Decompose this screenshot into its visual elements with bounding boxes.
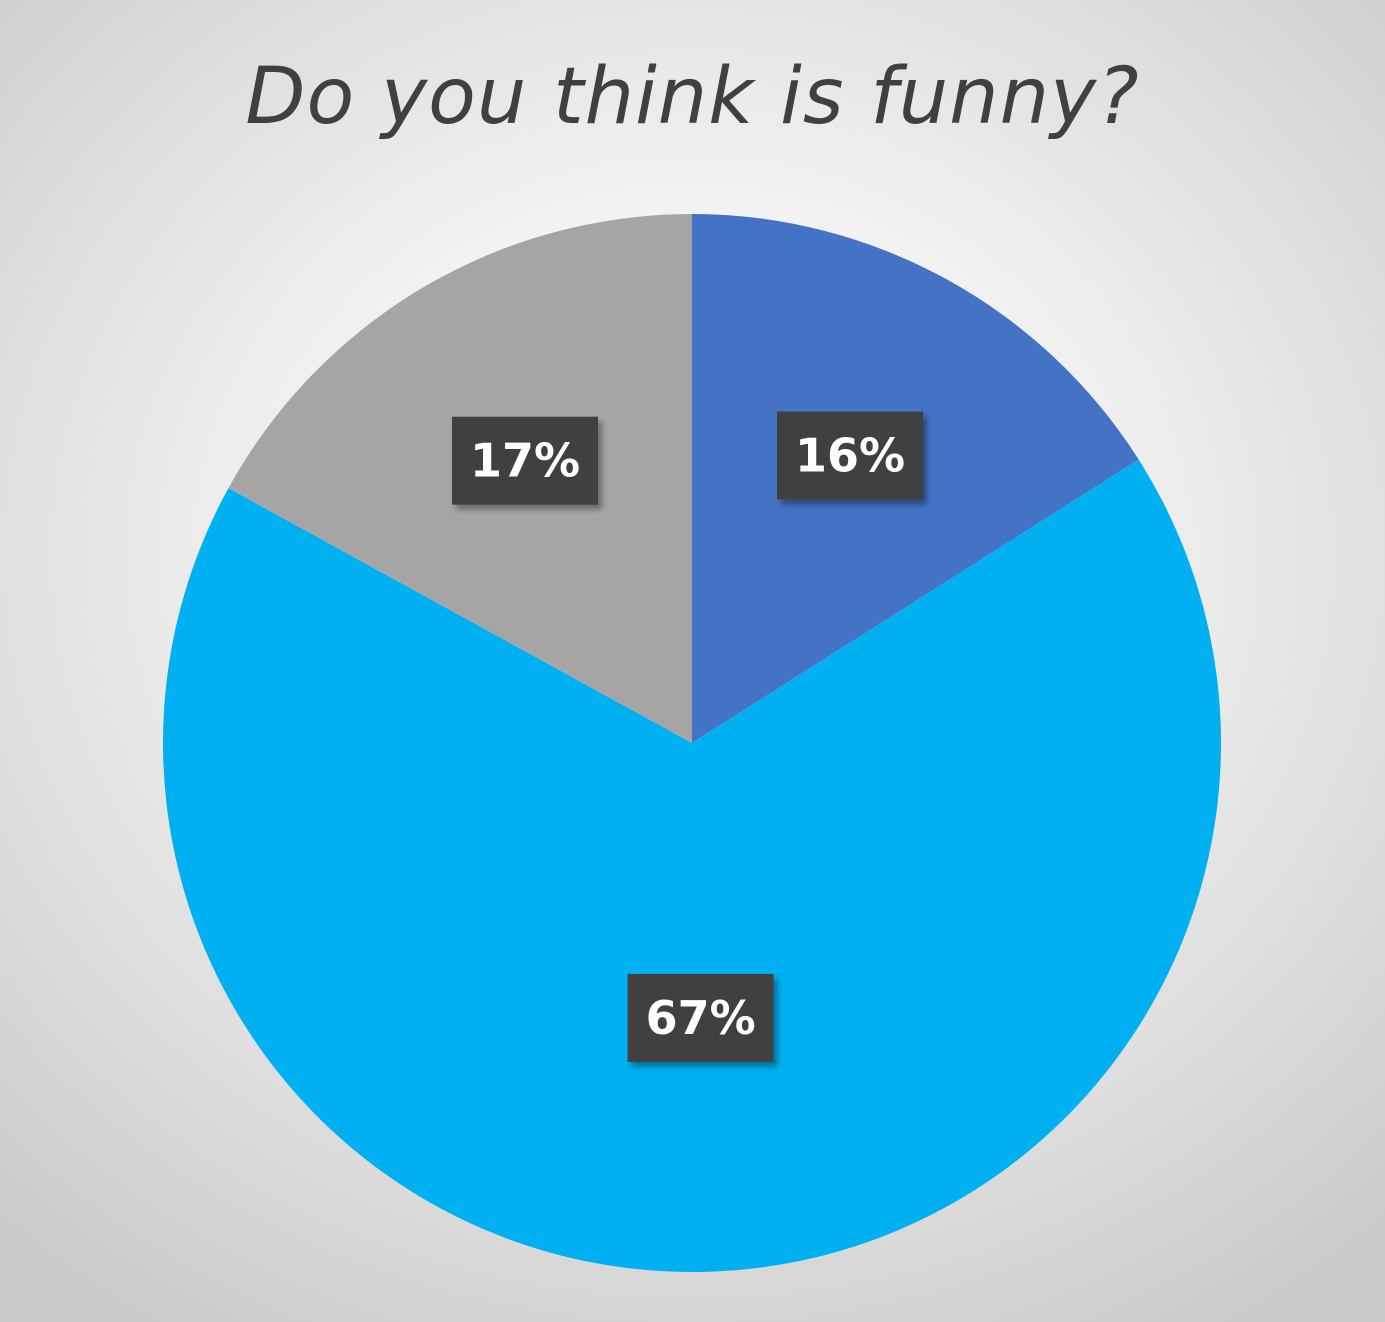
data-label-text: 17%	[470, 434, 580, 488]
data-label-text: 67%	[646, 991, 756, 1045]
data-label-16pct: 16%	[777, 411, 924, 500]
pie-chart: 16% 67% 17%	[163, 214, 1221, 1273]
data-label-67pct: 67%	[627, 973, 774, 1062]
data-label-text: 16%	[795, 429, 905, 483]
pie-slices	[163, 214, 1221, 1273]
data-label-17pct: 17%	[452, 416, 599, 505]
